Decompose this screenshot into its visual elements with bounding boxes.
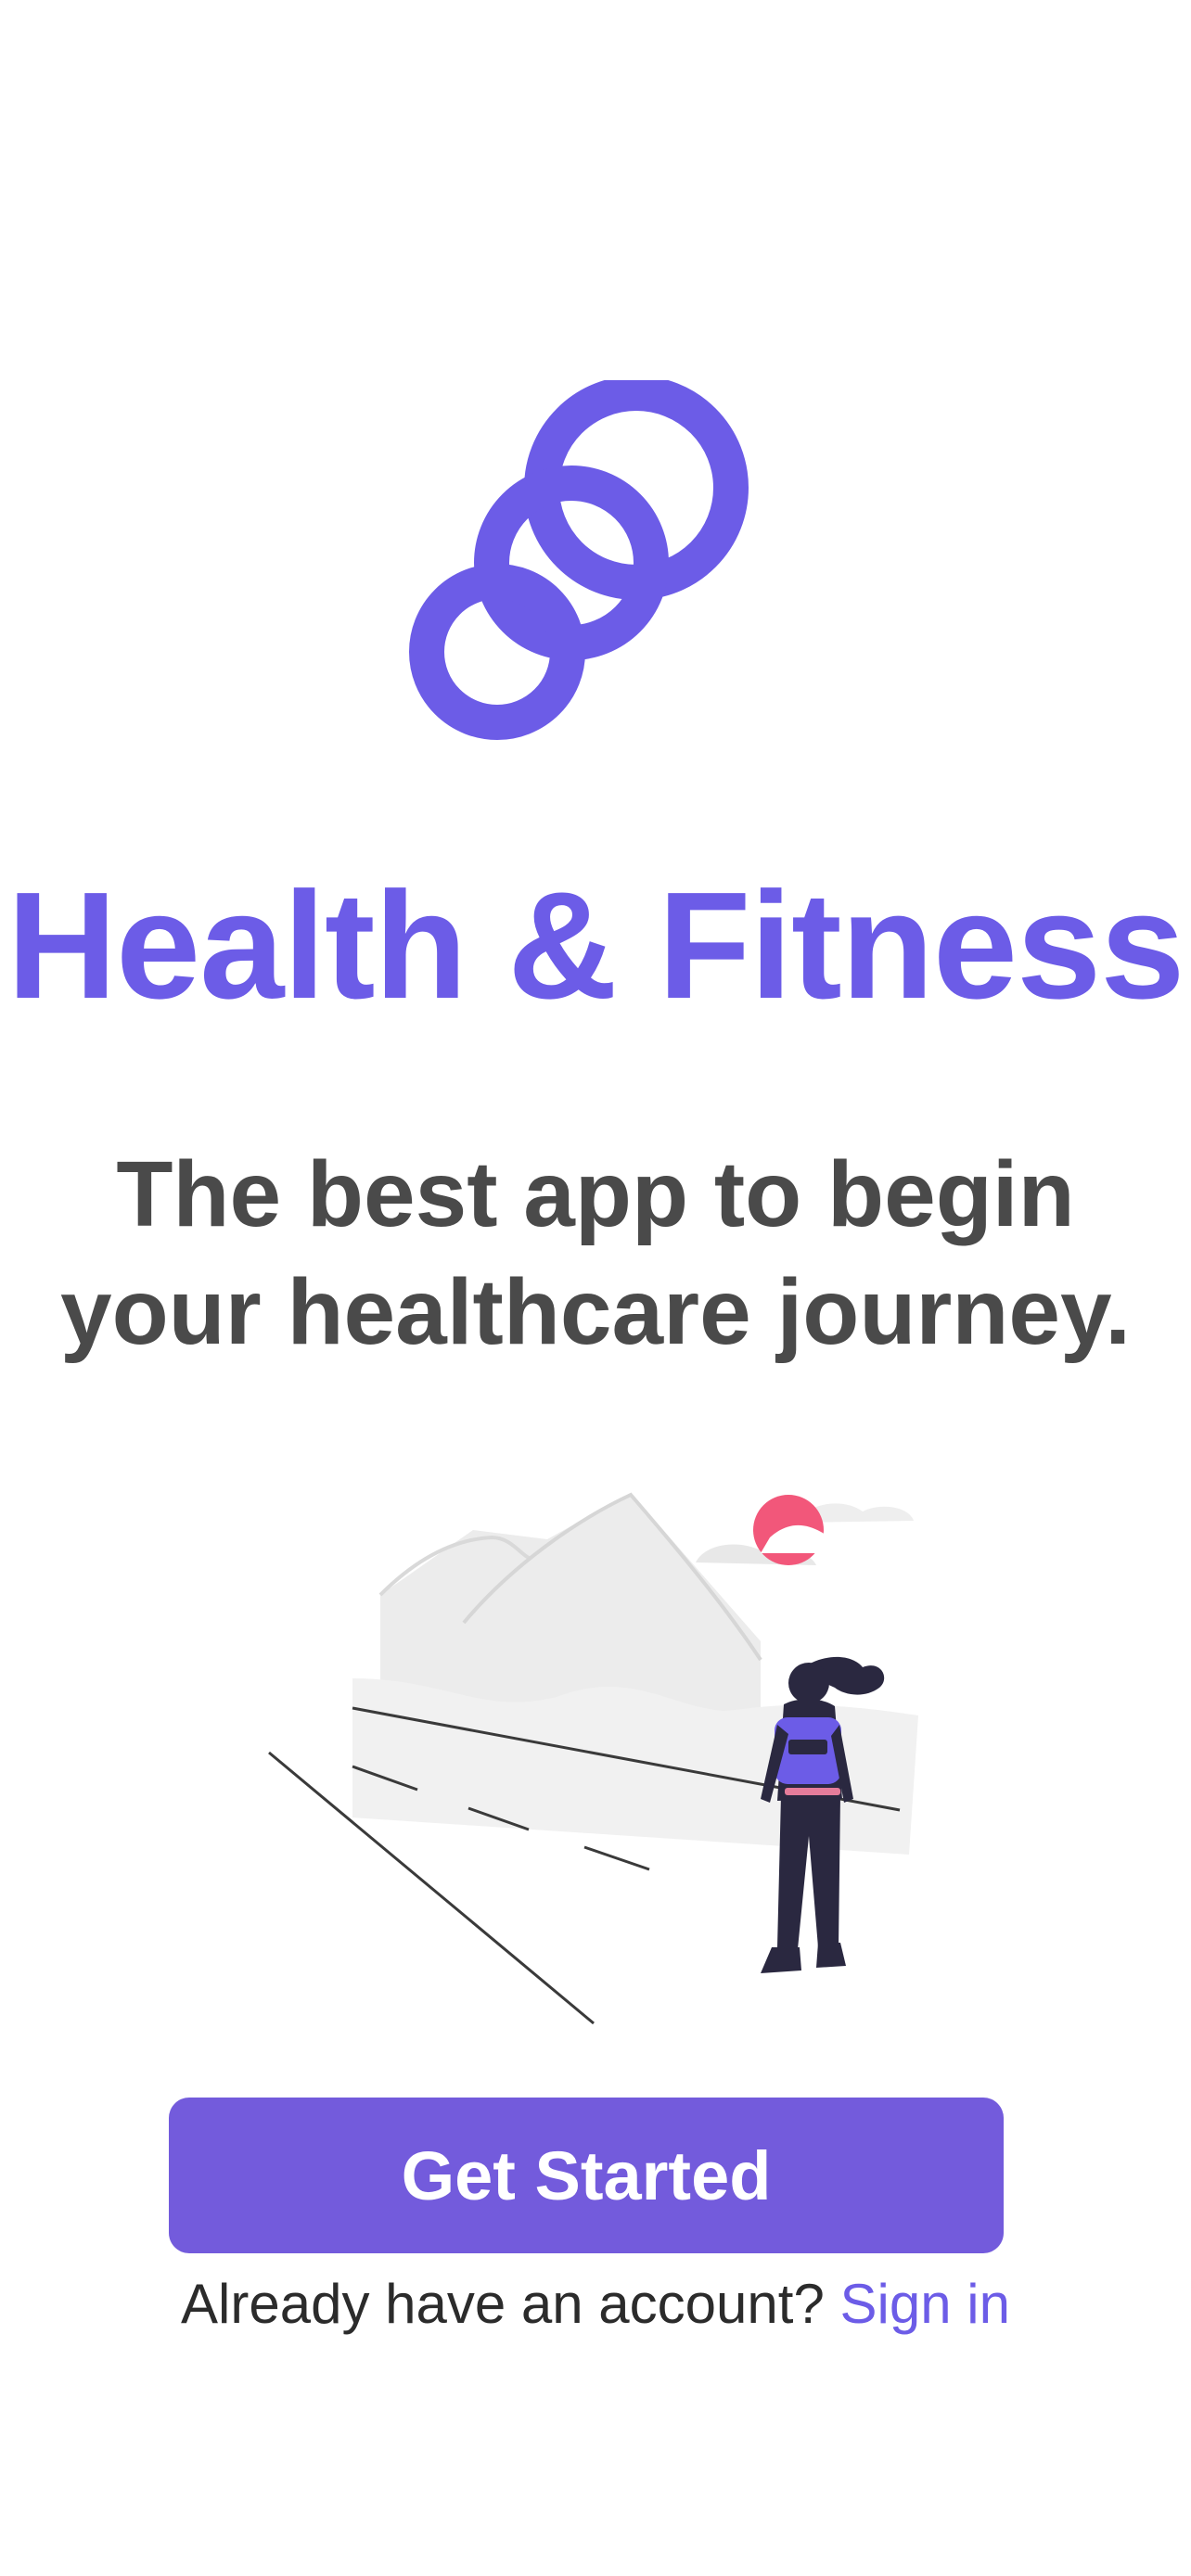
signin-prompt: Already have an account? [181, 2273, 825, 2335]
get-started-button[interactable]: Get Started [169, 2098, 1004, 2253]
three-circles-logo-icon [409, 380, 749, 740]
signin-row: Already have an account? Sign in [0, 2263, 1191, 2346]
tagline-line-2: your healthcare journey. [59, 1260, 1132, 1364]
tagline-line-1: The best app to begin [116, 1142, 1075, 1246]
tagline: The best app to begin your healthcare jo… [0, 1136, 1191, 1371]
app-title: Health & Fitness [6, 861, 1185, 1030]
sign-in-link[interactable]: Sign in [840, 2273, 1010, 2335]
hiker-mountains-illustration [268, 1492, 918, 2025]
